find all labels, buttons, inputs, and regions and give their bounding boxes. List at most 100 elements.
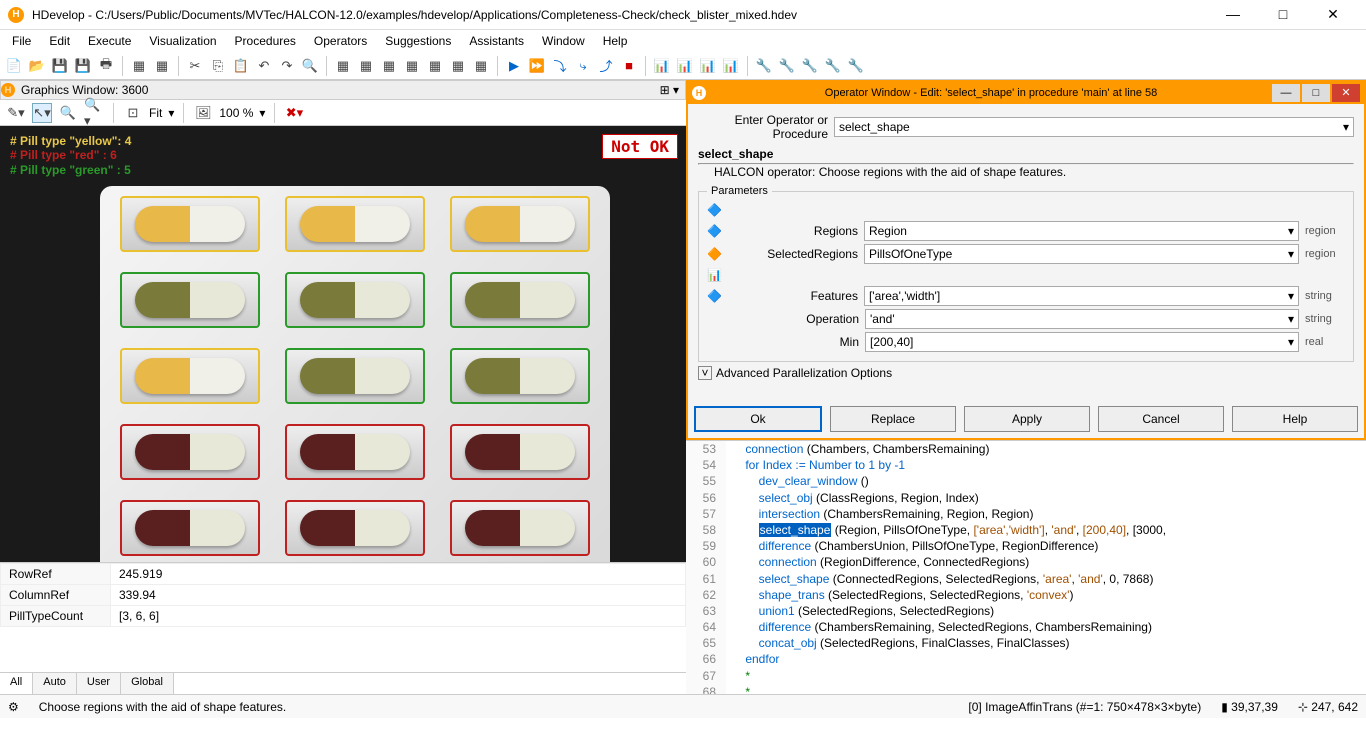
t5-icon[interactable]: ▦ <box>379 56 399 76</box>
count-yellow: # Pill type "yellow": 4 <box>10 134 131 148</box>
status-hint: Choose regions with the aid of shape fea… <box>39 700 287 714</box>
param-operation[interactable]: 'and'▾ <box>865 309 1299 329</box>
graphics-window[interactable]: Not OK # Pill type "yellow": 4 # Pill ty… <box>0 126 686 562</box>
a4-icon[interactable]: 📊 <box>721 56 741 76</box>
run-icon[interactable]: ▶ <box>504 56 524 76</box>
t7-icon[interactable]: ▦ <box>425 56 445 76</box>
count-green: # Pill type "green" : 5 <box>10 163 131 177</box>
stepover-icon[interactable]: ⤵ <box>550 56 570 76</box>
a2-icon[interactable]: 📊 <box>675 56 695 76</box>
vartab-user[interactable]: User <box>77 673 121 694</box>
menubar: File Edit Execute Visualization Procedur… <box>0 30 1366 52</box>
stop-icon[interactable]: ■ <box>619 56 639 76</box>
a1-icon[interactable]: 📊 <box>652 56 672 76</box>
variable-tabs: All Auto User Global <box>0 672 686 694</box>
cancel-button[interactable]: Cancel <box>1098 406 1224 432</box>
op-enter-combo[interactable]: select_shape▾ <box>834 117 1354 137</box>
a9-icon[interactable]: 🔧 <box>846 56 866 76</box>
var-row: PillTypeCount[3, 6, 6] <box>1 606 686 627</box>
t9-icon[interactable]: ▦ <box>471 56 491 76</box>
op-param-icons: 🔷 <box>707 203 1345 217</box>
minimize-button[interactable]: — <box>1218 6 1248 23</box>
menu-execute[interactable]: Execute <box>80 32 139 50</box>
variable-inspector[interactable]: RowRef245.919 ColumnRef339.94 PillTypeCo… <box>0 562 686 672</box>
open-icon[interactable]: 📂 <box>27 56 47 76</box>
op-icon: H <box>692 86 706 100</box>
operator-titlebar: H Operator Window - Edit: 'select_shape'… <box>688 82 1364 104</box>
vartab-auto[interactable]: Auto <box>33 673 77 694</box>
main-toolbar: 📄 📂 💾 💾 🖶 ▦ ▦ ✂ ⎘ 📋 ↶ ↷ 🔍 ▦ ▦ ▦ ▦ ▦ ▦ ▦ … <box>0 52 1366 80</box>
op-name: select_shape <box>698 147 773 161</box>
t6-icon[interactable]: ▦ <box>402 56 422 76</box>
status-rgb: ▮ 39,37,39 <box>1221 700 1278 714</box>
gw-zoom-label[interactable]: 100 % <box>219 106 253 120</box>
menu-suggestions[interactable]: Suggestions <box>377 32 459 50</box>
print-icon[interactable]: 🖶 <box>96 56 116 76</box>
ok-button[interactable]: Ok <box>694 406 822 432</box>
menu-operators[interactable]: Operators <box>306 32 375 50</box>
menu-edit[interactable]: Edit <box>41 32 78 50</box>
param-selectedregions[interactable]: PillsOfOneType▾ <box>864 244 1299 264</box>
t8-icon[interactable]: ▦ <box>448 56 468 76</box>
menu-file[interactable]: File <box>4 32 39 50</box>
var-row: ColumnRef339.94 <box>1 585 686 606</box>
t2-icon[interactable]: ▦ <box>152 56 172 76</box>
saveall-icon[interactable]: 💾 <box>73 56 93 76</box>
vartab-all[interactable]: All <box>0 673 33 694</box>
param-features[interactable]: ['area','width']▾ <box>864 286 1299 306</box>
param-regions[interactable]: Region▾ <box>864 221 1299 241</box>
t3-icon[interactable]: ▦ <box>333 56 353 76</box>
t4-icon[interactable]: ▦ <box>356 56 376 76</box>
a7-icon[interactable]: 🔧 <box>800 56 820 76</box>
gw-clear-icon[interactable]: ✖▾ <box>284 103 304 123</box>
stepout-icon[interactable]: ⤴ <box>596 56 616 76</box>
adv-toggle[interactable]: ˅ <box>698 366 712 380</box>
redo-icon[interactable]: ↷ <box>277 56 297 76</box>
undo-icon[interactable]: ↶ <box>254 56 274 76</box>
help-button[interactable]: Help <box>1232 406 1358 432</box>
menu-window[interactable]: Window <box>534 32 593 50</box>
op-desc: HALCON operator: Choose regions with the… <box>698 165 1354 179</box>
param-min[interactable]: [200,40]▾ <box>865 332 1299 352</box>
op-max-button[interactable]: □ <box>1302 84 1330 102</box>
find-icon[interactable]: 🔍 <box>300 56 320 76</box>
close-button[interactable]: ✕ <box>1318 6 1348 23</box>
op-params-label: Parameters <box>707 185 772 197</box>
apply-button[interactable]: Apply <box>964 406 1090 432</box>
op-min-button[interactable]: — <box>1272 84 1300 102</box>
gw-pen-icon[interactable]: ✎▾ <box>6 103 26 123</box>
vartab-global[interactable]: Global <box>121 673 174 694</box>
statusbar: ⚙ Choose regions with the aid of shape f… <box>0 694 1366 718</box>
new-icon[interactable]: 📄 <box>4 56 24 76</box>
a6-icon[interactable]: 🔧 <box>777 56 797 76</box>
op-close-button[interactable]: ✕ <box>1332 84 1360 102</box>
menu-visualization[interactable]: Visualization <box>141 32 224 50</box>
save-icon[interactable]: 💾 <box>50 56 70 76</box>
t1-icon[interactable]: ▦ <box>129 56 149 76</box>
gw-fit-label[interactable]: Fit <box>149 106 162 120</box>
maximize-button[interactable]: □ <box>1268 6 1298 23</box>
gw-pointer-icon[interactable]: ↖▾ <box>32 103 52 123</box>
code-editor[interactable]: 53 connection (Chambers, ChambersRemaini… <box>686 440 1366 694</box>
copy-icon[interactable]: ⎘ <box>208 56 228 76</box>
menu-procedures[interactable]: Procedures <box>227 32 304 50</box>
status-xy: ⊹ 247, 642 <box>1298 700 1358 714</box>
gw-zoom2-icon[interactable]: 🔍▾ <box>84 103 104 123</box>
step-icon[interactable]: ⏩ <box>527 56 547 76</box>
a8-icon[interactable]: 🔧 <box>823 56 843 76</box>
a5-icon[interactable]: 🔧 <box>754 56 774 76</box>
replace-button[interactable]: Replace <box>830 406 956 432</box>
paste-icon[interactable]: 📋 <box>231 56 251 76</box>
menu-assistants[interactable]: Assistants <box>461 32 532 50</box>
a3-icon[interactable]: 📊 <box>698 56 718 76</box>
count-red: # Pill type "red" : 6 <box>10 148 131 162</box>
stepin-icon[interactable]: ⤷ <box>573 56 593 76</box>
gw-fit-icon[interactable]: ⊡ <box>123 103 143 123</box>
menu-help[interactable]: Help <box>595 32 636 50</box>
gw-zoom-icon[interactable]: 🔍 <box>58 103 78 123</box>
gw-dock-icon[interactable]: ⊞ ▾ <box>660 83 685 97</box>
gw-img-icon[interactable]: 🖼 <box>193 103 213 123</box>
cut-icon[interactable]: ✂ <box>185 56 205 76</box>
blister-pack <box>100 186 610 562</box>
status-not-ok: Not OK <box>602 134 678 159</box>
